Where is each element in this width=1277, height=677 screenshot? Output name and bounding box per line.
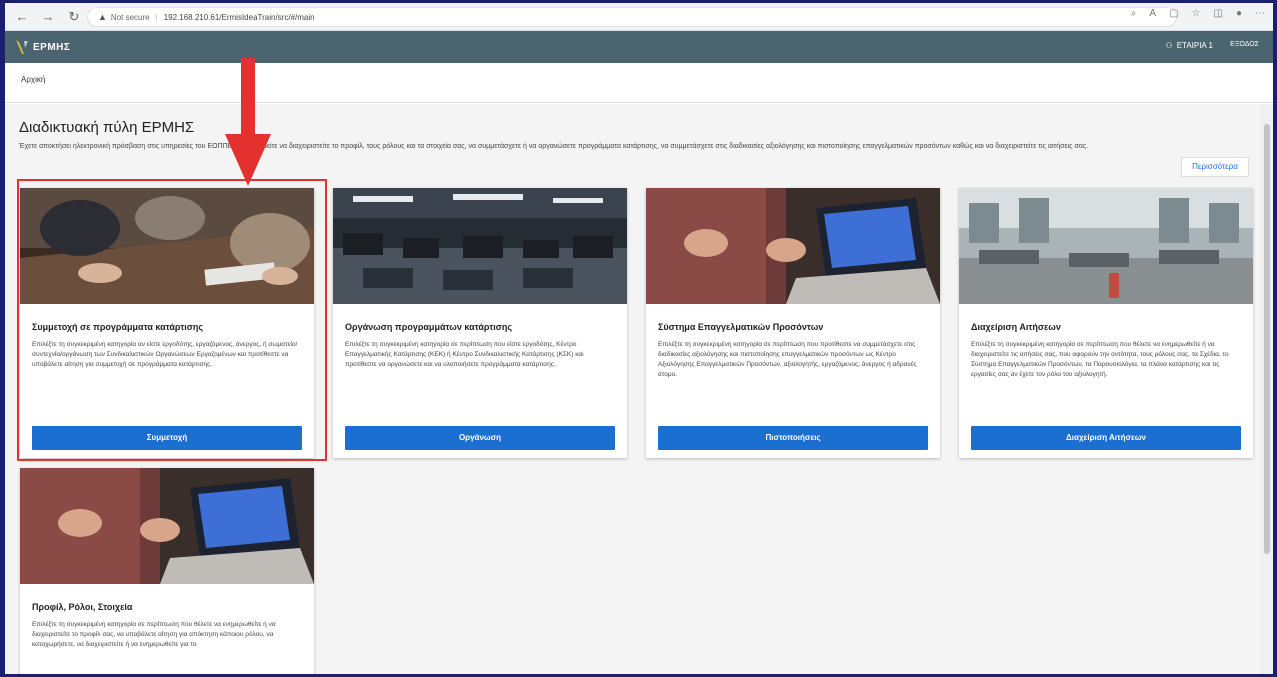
highlight-box <box>17 179 327 461</box>
profile-icon[interactable]: ● <box>1236 8 1242 19</box>
tab-icon[interactable]: ▢ <box>1169 8 1178 19</box>
more-button[interactable]: Περισσότερα <box>1181 157 1249 177</box>
url-text: 192.168.210.61/ErmisIdeaTrain/src/#/main <box>163 12 315 22</box>
scrollbar-thumb[interactable] <box>1264 124 1270 554</box>
card-description: Επιλέξτε τη συγκεκριμένη κατηγορία σε πε… <box>345 341 584 368</box>
address-bar[interactable]: ▲ Not secure | 192.168.210.61/ErmisIdeaT… <box>87 7 1177 27</box>
card-image-laptop <box>646 188 940 304</box>
collections-icon[interactable]: ◫ <box>1214 8 1223 19</box>
card-description: Επιλέξτε τη συγκεκριμένη κατηγορία σε πε… <box>971 341 1229 378</box>
manage-applications-button[interactable]: Διαχείριση Αιτήσεων <box>971 426 1241 450</box>
reload-icon[interactable]: ↻ <box>65 8 83 26</box>
card-description: Επιλέξτε τη συγκεκριμένη κατηγορία σε πε… <box>658 341 917 378</box>
page-title: Διαδικτυακή πύλη ΕΡΜΗΣ <box>19 119 195 136</box>
zoom-icon[interactable]: ⌕ <box>1131 8 1137 19</box>
breadcrumb: Αρχική <box>5 63 1273 103</box>
card-image-classroom <box>333 188 627 304</box>
user-menu[interactable]: ⚇ ΕΤΑΙΡΙΑ 1 <box>1166 41 1213 50</box>
card-title: Οργάνωση προγραμμάτων κατάρτισης <box>345 322 513 332</box>
browser-window: ← → ↻ ▲ Not secure | 192.168.210.61/Ermi… <box>5 3 1273 674</box>
certifications-button[interactable]: Πιστοποιήσεις <box>658 426 928 450</box>
browser-actions: ⌕ A ▢ ☆ ◫ ● ⋯ <box>1131 8 1265 19</box>
favorite-icon[interactable]: ☆ <box>1192 8 1201 19</box>
page-description: Έχετε αποκτήσει ηλεκτρονική πρόσβαση στι… <box>19 143 1089 150</box>
url-separator: | <box>155 12 158 22</box>
card-image-office <box>959 188 1253 304</box>
card-image-laptop-2 <box>20 468 314 584</box>
back-icon[interactable]: ← <box>13 8 31 26</box>
warning-icon: ▲ <box>98 12 107 22</box>
user-label: ΕΤΑΙΡΙΑ 1 <box>1176 41 1213 50</box>
card-profile: Προφίλ, Ρόλοι, Στοιχεία Επιλέξτε τη συγκ… <box>20 468 314 674</box>
security-label: Not secure <box>110 12 150 22</box>
card-title: Διαχείριση Αιτήσεων <box>971 322 1061 332</box>
more-icon[interactable]: ⋯ <box>1255 8 1265 19</box>
page-scrollbar[interactable] <box>1261 104 1273 674</box>
user-icon: ⚇ <box>1165 41 1173 50</box>
card-title: Σύστημα Επαγγελματικών Προσόντων <box>658 322 824 332</box>
browser-toolbar: ← → ↻ ▲ Not secure | 192.168.210.61/Ermi… <box>5 3 1273 31</box>
organization-button[interactable]: Οργάνωση <box>345 426 615 450</box>
logo-mark-icon <box>16 40 28 54</box>
read-aloud-icon[interactable]: A <box>1149 8 1156 19</box>
card-description: Επιλέξτε τη συγκεκριμένη κατηγορία σε πε… <box>32 621 276 648</box>
breadcrumb-home[interactable]: Αρχική <box>21 75 45 84</box>
logo[interactable]: ΕΡΜΗΣ <box>15 39 70 55</box>
card-organization: Οργάνωση προγραμμάτων κατάρτισης Επιλέξτ… <box>333 188 627 458</box>
logo-text: ΕΡΜΗΣ <box>33 41 71 53</box>
app-header: ΕΡΜΗΣ ⚇ ΕΤΑΙΡΙΑ 1 ΕΞΟΔΟΣ <box>5 31 1273 63</box>
arrow-down-icon <box>225 58 271 186</box>
card-title: Προφίλ, Ρόλοι, Στοιχεία <box>32 602 133 612</box>
card-qualifications: Σύστημα Επαγγελματικών Προσόντων Επιλέξτ… <box>646 188 940 458</box>
card-applications: Διαχείριση Αιτήσεων Επιλέξτε τη συγκεκρι… <box>959 188 1253 458</box>
forward-icon[interactable]: → <box>39 8 57 26</box>
logout-link[interactable]: ΕΞΟΔΟΣ <box>1230 41 1259 48</box>
